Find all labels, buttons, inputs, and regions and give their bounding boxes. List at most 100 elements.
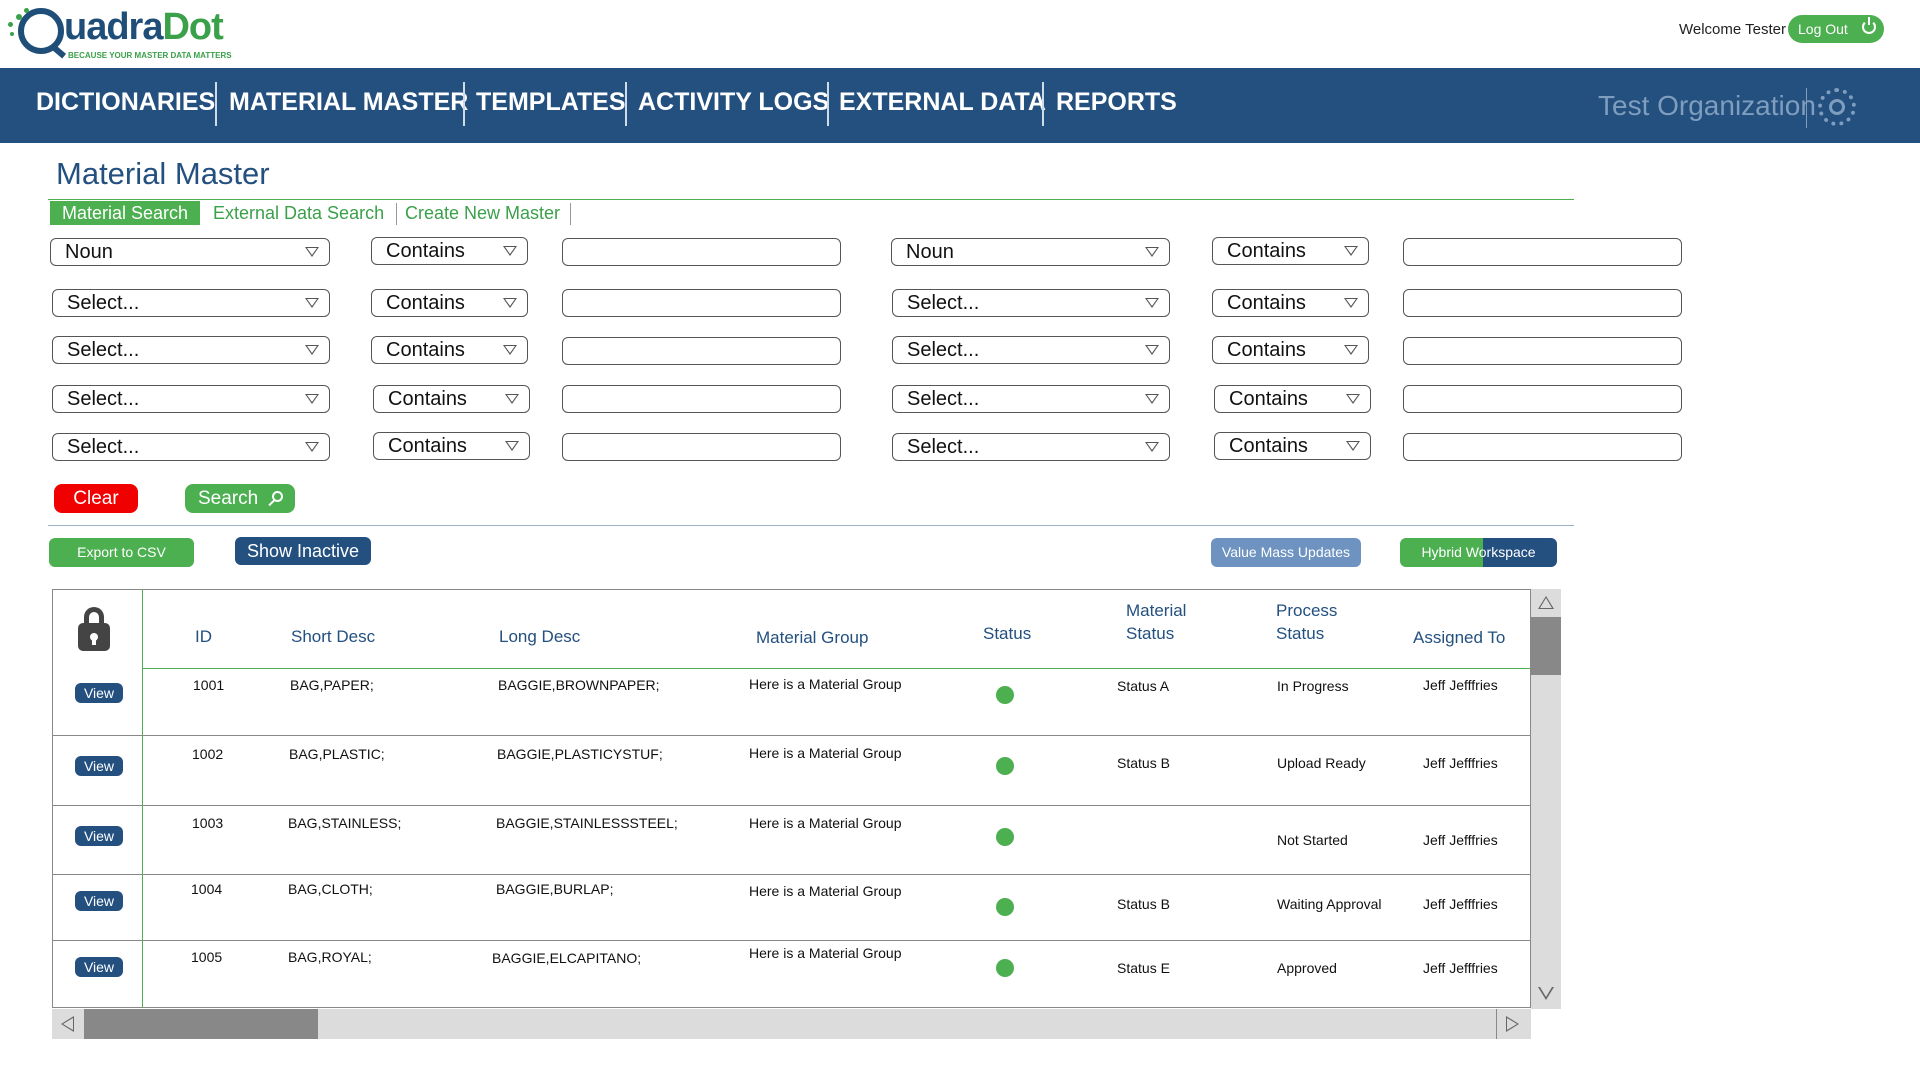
cell-process-status: Not Started	[1277, 832, 1348, 848]
cell-short-desc: BAG,CLOTH;	[288, 881, 373, 897]
filter-value-input[interactable]	[1403, 433, 1682, 461]
tab-external-data-search[interactable]: External Data Search	[213, 201, 384, 225]
organization-name: Test Organization	[1598, 90, 1816, 121]
scroll-left-icon[interactable]	[61, 1016, 74, 1032]
filter-value-input[interactable]	[1403, 289, 1682, 317]
view-button[interactable]: View	[75, 891, 123, 911]
chevron-down-icon	[305, 298, 319, 308]
cell-long-desc: BAGGIE,PLASTICYSTUF;	[497, 746, 663, 762]
filter-operator-select[interactable]: Contains	[1214, 432, 1371, 460]
cell-material-status: Status B	[1117, 896, 1170, 912]
cell-material-group: Here is a Material Group	[749, 815, 902, 831]
filter-field-select[interactable]: Noun	[50, 238, 330, 266]
column-header-status[interactable]: Status	[983, 622, 1031, 645]
value-mass-updates-button[interactable]: Value Mass Updates	[1211, 538, 1361, 567]
cell-material-group: Here is a Material Group	[749, 945, 902, 961]
filter-field-select[interactable]: Select...	[52, 336, 330, 364]
tab-create-new-master[interactable]: Create New Master	[405, 201, 560, 225]
nav-item-reports[interactable]: REPORTS	[1056, 88, 1177, 117]
cell-short-desc: BAG,PLASTIC;	[289, 746, 385, 762]
filter-operator-select[interactable]: Contains	[373, 432, 530, 460]
view-button[interactable]: View	[75, 957, 123, 977]
export-csv-button[interactable]: Export to CSV	[49, 538, 194, 567]
horizontal-scrollbar[interactable]	[52, 1009, 1531, 1039]
scroll-right-icon[interactable]	[1506, 1016, 1519, 1032]
filter-field-select[interactable]: Select...	[892, 433, 1170, 461]
cell-long-desc: BAGGIE,BURLAP;	[496, 881, 614, 897]
filter-operator-select[interactable]: Contains	[1212, 237, 1369, 265]
status-indicator	[996, 757, 1014, 775]
filter-operator-select[interactable]: Contains	[373, 385, 530, 413]
filter-operator-select[interactable]: Contains	[371, 237, 528, 265]
welcome-text: Welcome Tester	[1679, 21, 1786, 38]
filter-field-select[interactable]: Select...	[892, 336, 1170, 364]
horizontal-scroll-thumb[interactable]	[84, 1009, 318, 1039]
filter-value-input[interactable]	[1403, 385, 1682, 413]
filter-field-select[interactable]: Select...	[892, 385, 1170, 413]
column-header-material-status[interactable]: Material Status	[1126, 599, 1186, 645]
chevron-down-icon	[1145, 298, 1159, 308]
gear-icon[interactable]	[1818, 88, 1856, 126]
filter-field-select[interactable]: Select...	[52, 289, 330, 317]
cell-material-group: Here is a Material Group	[749, 883, 902, 899]
power-icon	[1862, 17, 1876, 34]
filter-field-select[interactable]: Select...	[52, 433, 330, 461]
chevron-down-icon	[1344, 345, 1358, 355]
view-button[interactable]: View	[75, 756, 123, 776]
nav-item-templates[interactable]: TEMPLATES	[476, 88, 626, 117]
filter-operator-select[interactable]: Contains	[371, 336, 528, 364]
column-header-id[interactable]: ID	[195, 625, 212, 648]
nav-item-dictionaries[interactable]: DICTIONARIES	[36, 88, 215, 117]
filter-value-input[interactable]	[562, 433, 841, 461]
vertical-scroll-thumb[interactable]	[1531, 617, 1561, 675]
chevron-down-icon	[505, 441, 519, 451]
chevron-down-icon	[305, 345, 319, 355]
hybrid-workspace-button[interactable]: Hybrid Workspace	[1400, 538, 1557, 567]
filter-field-select[interactable]: Select...	[892, 289, 1170, 317]
filter-operator-select[interactable]: Contains	[1212, 289, 1369, 317]
vertical-scrollbar[interactable]	[1531, 589, 1561, 1009]
column-header-short-desc[interactable]: Short Desc	[291, 625, 375, 648]
nav-item-activity-logs[interactable]: ACTIVITY LOGS	[638, 88, 829, 117]
column-header-long-desc[interactable]: Long Desc	[499, 625, 580, 648]
logo-q-mark	[18, 8, 64, 54]
tab-material-search[interactable]: Material Search	[50, 201, 201, 225]
chevron-down-icon	[503, 246, 517, 256]
nav-item-material-master[interactable]: MATERIAL MASTER	[229, 88, 468, 117]
filter-value-input[interactable]	[562, 289, 841, 317]
filter-field-select[interactable]: Noun	[891, 238, 1170, 266]
cell-id: 1002	[192, 746, 224, 762]
chevron-down-icon	[305, 247, 319, 257]
cell-id: 1005	[191, 949, 223, 965]
view-button[interactable]: View	[75, 683, 123, 703]
cell-material-group: Here is a Material Group	[749, 676, 902, 692]
filter-value-input[interactable]	[562, 385, 841, 413]
filter-operator-select[interactable]: Contains	[1212, 336, 1369, 364]
filter-value-input[interactable]	[1403, 238, 1682, 266]
chevron-down-icon	[1346, 394, 1360, 404]
clear-button[interactable]: Clear	[54, 484, 138, 513]
filter-value-input[interactable]	[1403, 337, 1682, 365]
cell-id: 1001	[193, 677, 225, 693]
cell-process-status: Waiting Approval	[1277, 896, 1382, 912]
filter-operator-select[interactable]: Contains	[371, 289, 528, 317]
filter-value-input[interactable]	[562, 238, 841, 266]
cell-long-desc: BAGGIE,STAINLESSSTEEL;	[496, 815, 678, 831]
column-header-process-status[interactable]: Process Status	[1276, 599, 1337, 645]
logo-tagline: BECAUSE YOUR MASTER DATA MATTERS	[68, 51, 232, 60]
column-header-material-group[interactable]: Material Group	[756, 626, 868, 649]
lock-icon[interactable]	[78, 607, 112, 651]
cell-assigned-to: Jeff Jefffries	[1423, 896, 1498, 912]
filter-operator-select[interactable]: Contains	[1214, 385, 1371, 413]
scroll-up-icon[interactable]	[1538, 596, 1554, 609]
show-inactive-button[interactable]: Show Inactive	[235, 537, 371, 565]
filter-field-select[interactable]: Select...	[52, 385, 330, 413]
search-button[interactable]: Search	[185, 484, 295, 513]
page-title: Material Master	[56, 156, 270, 191]
view-button[interactable]: View	[75, 826, 123, 846]
logout-button[interactable]: Log Out	[1788, 15, 1884, 43]
filter-value-input[interactable]	[562, 337, 841, 365]
scroll-down-icon[interactable]	[1538, 987, 1554, 1000]
column-header-assigned-to[interactable]: Assigned To	[1413, 626, 1505, 649]
nav-item-external-data[interactable]: EXTERNAL DATA	[839, 88, 1046, 117]
